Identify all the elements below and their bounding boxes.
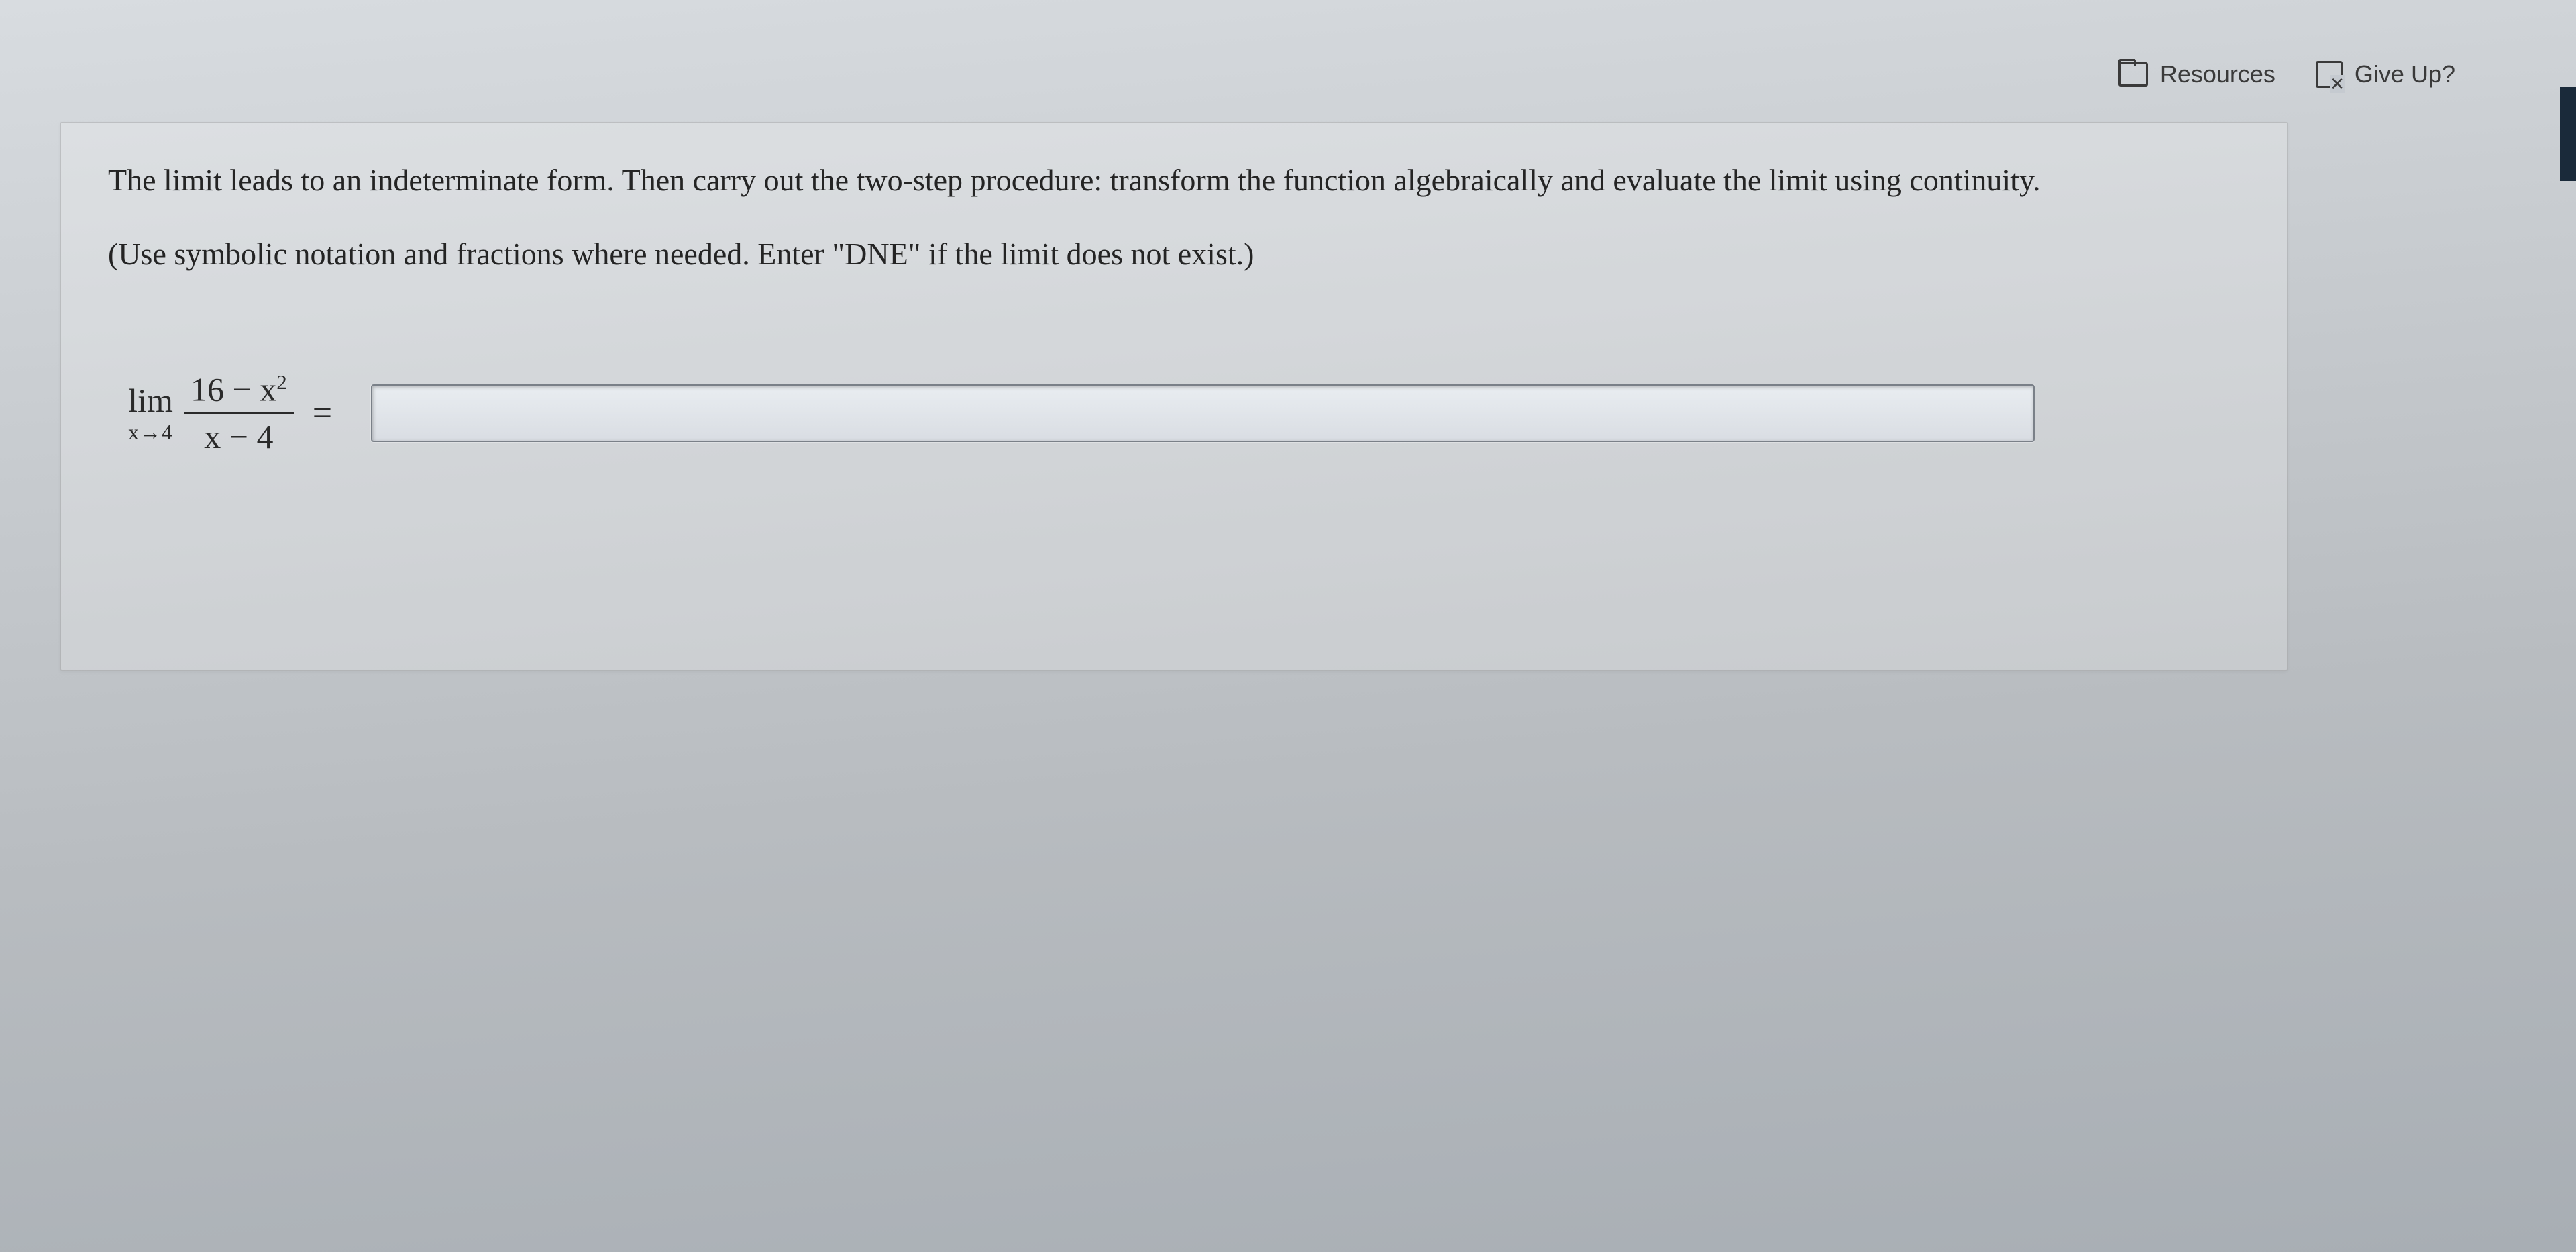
- fraction: 16 − x2 x − 4: [184, 371, 294, 455]
- resources-button[interactable]: Resources: [2118, 60, 2275, 89]
- limit-expression: lim x→4 16 − x2 x − 4 =: [128, 371, 344, 455]
- give-up-icon: [2316, 61, 2343, 88]
- toolbar: Resources Give Up?: [60, 27, 2536, 122]
- give-up-button[interactable]: Give Up?: [2316, 60, 2455, 89]
- limit-operator: lim x→4: [128, 384, 173, 443]
- numerator-base: 16 − x: [191, 371, 276, 408]
- answer-input[interactable]: [371, 384, 2035, 442]
- lim-label: lim: [128, 384, 173, 417]
- numerator: 16 − x2: [184, 371, 294, 408]
- folder-icon: [2118, 62, 2148, 87]
- numerator-exponent: 2: [276, 370, 287, 394]
- question-card: The limit leads to an indeterminate form…: [60, 122, 2288, 671]
- equals-sign: =: [313, 394, 332, 433]
- resources-label: Resources: [2160, 60, 2275, 89]
- edge-accent: [2560, 87, 2576, 181]
- question-hint: (Use symbolic notation and fractions whe…: [108, 231, 2240, 277]
- fraction-bar: [184, 412, 294, 414]
- denominator: x − 4: [197, 418, 280, 455]
- give-up-label: Give Up?: [2355, 60, 2455, 89]
- lim-approach: x→4: [128, 421, 173, 443]
- question-instructions: The limit leads to an indeterminate form…: [108, 156, 2240, 204]
- limit-row: lim x→4 16 − x2 x − 4 =: [108, 371, 2240, 455]
